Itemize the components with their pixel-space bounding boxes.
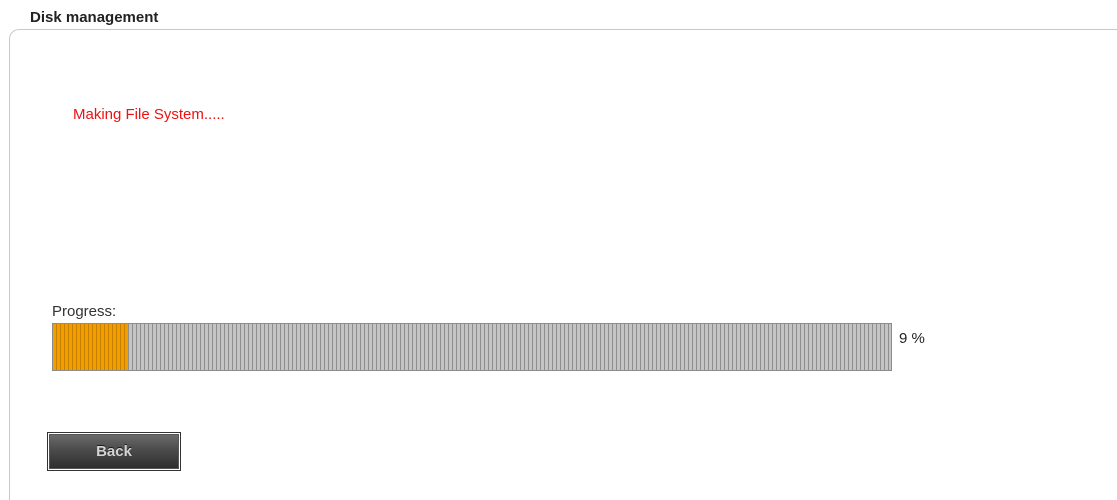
disk-management-panel: [9, 29, 1117, 500]
progress-bar: [52, 323, 892, 371]
panel-title: Disk management: [24, 9, 165, 27]
back-button[interactable]: Back: [47, 432, 181, 471]
status-message: Making File System.....: [73, 106, 225, 123]
progress-fill: [53, 324, 129, 370]
progress-label: Progress:: [52, 303, 117, 320]
progress-percent: 9 %: [899, 330, 925, 347]
